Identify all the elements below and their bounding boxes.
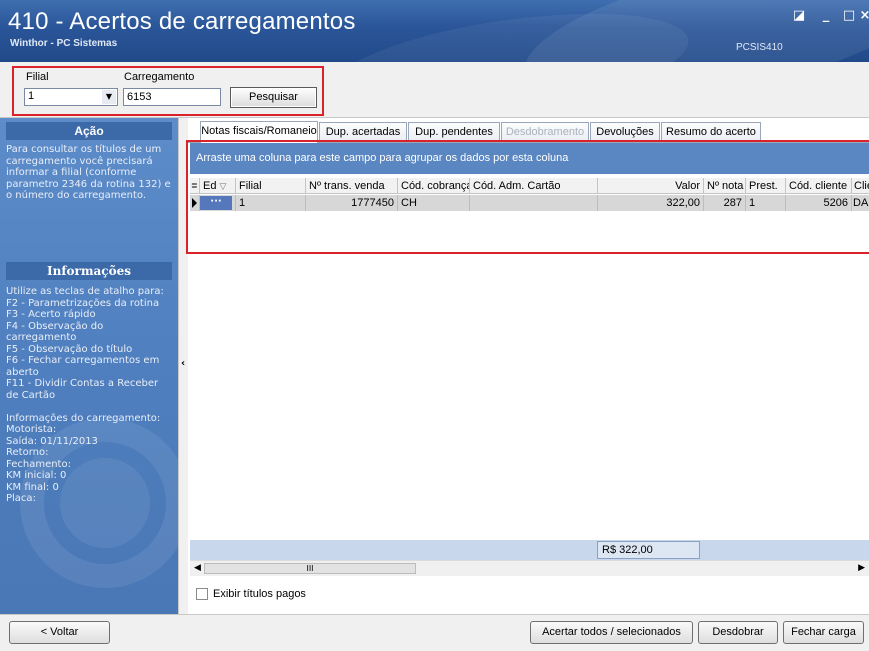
- back-button[interactable]: < Voltar: [9, 621, 110, 644]
- show-paid-label: Exibir títulos pagos: [213, 588, 306, 600]
- carregamento-input[interactable]: 6153: [123, 88, 221, 106]
- scroll-thumb[interactable]: III: [204, 563, 416, 574]
- settle-all-button[interactable]: Acertar todos / selecionados: [530, 621, 693, 644]
- filial-value: 1: [28, 90, 35, 102]
- chevron-down-icon[interactable]: ▼: [102, 90, 116, 104]
- left-panel: Ação Para consultar os títulos de um car…: [0, 118, 178, 614]
- filial-label: Filial: [26, 71, 49, 83]
- title-bar: 410 - Acertos de carregamentos Winthor -…: [0, 0, 869, 62]
- grid-highlight: [186, 140, 869, 254]
- chevron-left-icon[interactable]: ‹: [181, 358, 185, 369]
- tab-resumo-acerto[interactable]: Resumo do acerto: [661, 122, 761, 142]
- show-paid-checkbox[interactable]: [196, 588, 208, 600]
- tab-dup-pendentes[interactable]: Dup. pendentes: [408, 122, 500, 142]
- horizontal-scrollbar[interactable]: ◀ III ▶: [190, 560, 869, 576]
- tab-dup-acertadas[interactable]: Dup. acertadas: [319, 122, 407, 142]
- split-button[interactable]: Desdobrar: [698, 621, 778, 644]
- tab-devolucoes[interactable]: Devoluções: [590, 122, 660, 142]
- maximize-icon[interactable]: □: [838, 6, 860, 26]
- window-title: 410 - Acertos de carregamentos: [8, 8, 356, 35]
- acao-title: Ação: [6, 122, 172, 140]
- scroll-right-icon[interactable]: ▶: [858, 563, 865, 573]
- restore-icon[interactable]: ◪: [788, 6, 810, 26]
- window-subtitle: Winthor - PC Sistemas: [10, 38, 118, 49]
- carregamento-label: Carregamento: [124, 71, 195, 83]
- tab-desdobramento: Desdobramento: [501, 122, 589, 142]
- minimize-icon[interactable]: _: [815, 6, 837, 26]
- acao-text: Para consultar os títulos de um carregam…: [6, 144, 171, 201]
- routine-code: PCSIS410: [736, 42, 783, 53]
- info-text: Utilize as teclas de atalho para: F2 - P…: [6, 286, 164, 504]
- close-icon[interactable]: ×: [859, 6, 869, 26]
- search-button[interactable]: Pesquisar: [230, 87, 317, 108]
- close-load-button[interactable]: Fechar carga: [783, 621, 864, 644]
- filial-select[interactable]: 1 ▼: [24, 88, 118, 106]
- scroll-left-icon[interactable]: ◀: [194, 563, 201, 573]
- grid-footer: [190, 540, 869, 560]
- info-title: Informações: [6, 262, 172, 280]
- total-value: R$ 322,00: [597, 541, 700, 559]
